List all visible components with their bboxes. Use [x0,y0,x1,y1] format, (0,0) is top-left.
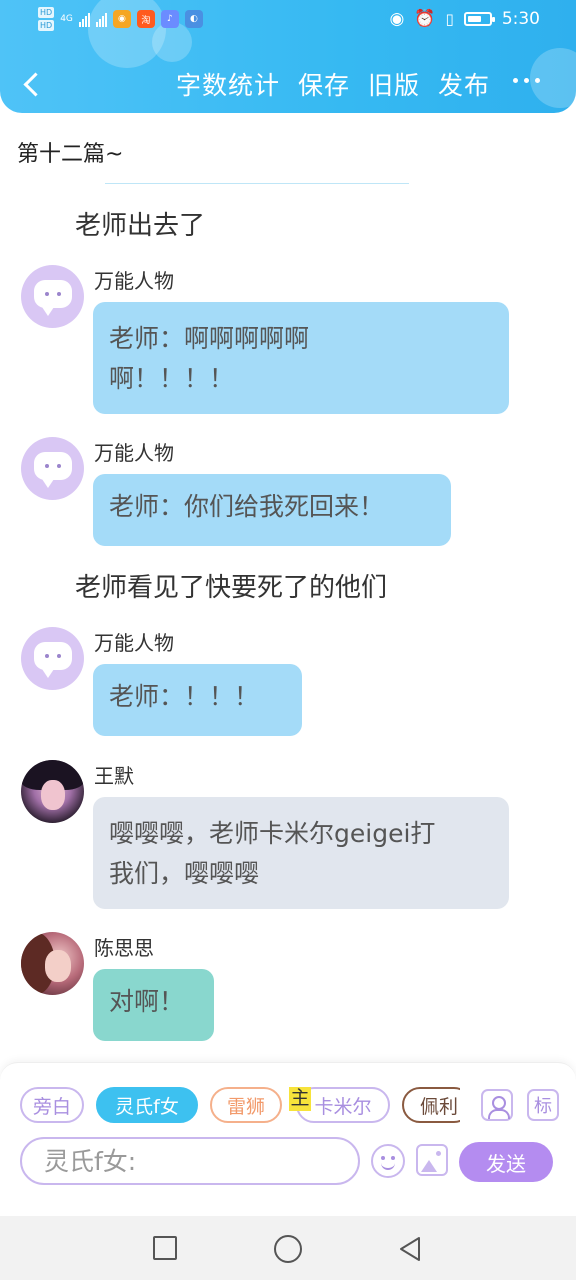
narration-text[interactable]: 老师看见了快要死了的他们 [75,567,387,604]
music-icon: ♪ [160,10,179,28]
back-icon[interactable] [18,68,48,100]
hd-badge: HD [38,7,55,18]
main-role-marker: 主 [289,1087,311,1111]
hd-badge: HD [38,20,55,31]
person-icon[interactable] [481,1089,513,1121]
word-count-button[interactable]: 字数统计 [176,66,280,102]
message-line: 对啊！ [109,987,185,1016]
speaker-name: 王默 [94,764,134,788]
browser-icon: ◐ [184,10,203,28]
publish-button[interactable]: 发布 [438,66,490,102]
chip-active-character[interactable]: 灵氏f女 [96,1087,198,1123]
system-nav-bar [0,1216,576,1280]
save-button[interactable]: 保存 [298,66,350,102]
speaker-name: 万能人物 [94,441,174,465]
speaker-name: 万能人物 [94,269,174,293]
chat-bubble-icon [34,280,72,316]
alarm-icon: ⏰ [414,9,436,29]
network-type: 4G [60,14,73,24]
message-input-box[interactable] [20,1137,360,1185]
message-bubble[interactable]: 老师：啊啊啊啊啊 啊！！！！ [93,302,509,414]
divider [105,183,409,184]
back-triangle-icon[interactable] [398,1236,422,1262]
message-bubble[interactable]: 对啊！ [93,969,214,1041]
avatar[interactable] [21,760,84,823]
speaker-name: 万能人物 [94,631,174,655]
message-line: 啊！！！！ [109,364,235,393]
chip-character[interactable]: 雷狮 [210,1087,282,1123]
chip-character[interactable]: 佩利 [402,1087,460,1123]
chat-bubble-icon [34,642,72,678]
signal-icon [95,11,107,27]
message-bubble[interactable]: 嘤嘤嘤，老师卡米尔geigei打 我们，嘤嘤嘤 [93,797,509,909]
toolbar: 字数统计 保存 旧版 发布 [0,62,576,106]
old-version-button[interactable]: 旧版 [368,66,420,102]
chip-narrator[interactable]: 旁白 [20,1087,84,1123]
message-line: 老师：你们给我死回来！ [109,492,385,521]
message-input[interactable] [22,1139,358,1183]
eye-icon: ◉ [389,9,405,29]
vibrate-icon: ▯ [445,10,454,28]
avatar[interactable] [21,932,84,995]
status-bar: HD HD 4G ◉ 淘 ♪ ◐ ◉ ⏰ ▯ 5:30 [38,4,540,34]
narration-text[interactable]: 老师出去了 [75,205,205,242]
chat-bubble-icon [34,452,72,488]
app-header: HD HD 4G ◉ 淘 ♪ ◐ ◉ ⏰ ▯ 5:30 字数统计 保存 旧版 发… [0,0,576,113]
weibo-icon: ◉ [112,10,131,28]
more-icon[interactable] [513,78,540,83]
message-bubble[interactable]: 老师：你们给我死回来！ [93,474,451,546]
emoji-icon[interactable] [371,1144,405,1178]
battery-icon [463,12,495,26]
clock: 5:30 [501,9,540,29]
taobao-icon: 淘 [136,10,155,28]
message-line: 老师：！！！ [109,682,260,711]
message-line: 我们，嘤嘤嘤 [109,859,260,888]
avatar[interactable] [21,627,84,690]
hd-badges: HD HD [38,7,55,31]
tag-button[interactable]: 标 [527,1089,559,1121]
avatar[interactable] [21,437,84,500]
composer-panel: 旁白 灵氏f女 雷狮 卡米尔 主 佩利 标 发送 [0,1062,576,1216]
image-icon[interactable] [416,1144,448,1176]
speaker-name: 陈思思 [94,936,154,960]
message-line: 老师：啊啊啊啊啊 [109,324,310,353]
home-icon[interactable] [274,1235,302,1263]
chapter-title[interactable]: 第十二篇~ [17,136,123,168]
message-bubble[interactable]: 老师：！！！ [93,664,302,736]
send-button[interactable]: 发送 [459,1142,553,1182]
recent-apps-icon[interactable] [153,1236,177,1260]
character-chips: 旁白 灵氏f女 雷狮 卡米尔 主 佩利 [20,1087,460,1125]
signal-icon [78,11,90,27]
avatar[interactable] [21,265,84,328]
message-line: 嘤嘤嘤，老师卡米尔geigei打 [109,819,436,848]
